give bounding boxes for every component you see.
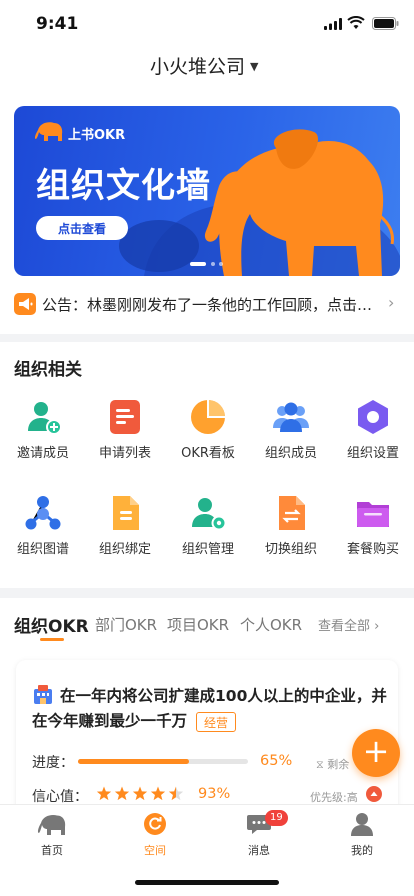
confidence-stars [96,786,184,801]
grid-item-okr-board[interactable]: OKR看板 [167,398,247,468]
progress-percent: 65% [260,753,293,769]
tab-personal-okr[interactable]: 个人OKR [240,614,302,635]
grid-item-switch-org[interactable]: 切换组织 [250,494,330,564]
grid-item-org-members[interactable]: 组织成员 [250,398,330,468]
tabbar-label: 首页 [41,844,63,857]
grid-item-org-settings[interactable]: 组织设置 [332,398,412,468]
home-indicator [135,880,279,885]
grid-item-org-graph[interactable]: 组织图谱 [2,494,82,564]
grid-item-org-bind[interactable]: 组织绑定 [84,494,164,564]
confidence-label: 信心值： [32,789,88,805]
grid-item-label: 组织成员 [264,446,317,461]
company-building-icon [34,685,52,704]
progress-fill [78,759,189,764]
grid-item-plan-purchase[interactable]: 套餐购买 [332,494,412,564]
group-icon [273,402,309,432]
grid-item-apply-list[interactable]: 申请列表 [84,398,164,468]
add-fab-button[interactable]: + [352,729,400,777]
battery-icon [372,17,399,30]
tabbar-label: 消息 [248,844,270,857]
okr-title-line2: 在今年赚到最少一千万 [32,712,188,730]
priority-label: 优先级:高 [310,791,358,804]
tab-org-okr[interactable]: 组织OKR [14,612,89,637]
grid-item-label: 切换组织 [264,542,317,557]
culture-wall-banner[interactable]: 上书OKR 组织文化墙 点击查看 [14,106,400,276]
refresh-circle-icon [144,813,166,835]
banner-view-button[interactable]: 点击查看 [36,216,128,240]
announcement-text: 公告：林墨刚刚发布了一条他的工作回顾，点击… [42,296,373,314]
tabbar-item-space[interactable]: 空间 [115,812,195,858]
unread-badge: 19 [265,810,288,826]
announcement-bar[interactable]: 公告：林墨刚刚发布了一条他的工作回顾，点击… › [14,291,402,319]
grid-item-invite-member[interactable]: 邀请成员 [2,398,82,468]
confidence-percent: 93% [198,786,231,802]
list-icon [110,400,140,434]
tab-dept-okr[interactable]: 部门OKR [95,614,157,635]
tabbar-item-home[interactable]: 首页 [12,812,92,858]
tabbar-item-me[interactable]: 我的 [322,812,402,858]
view-all-link[interactable]: 查看全部 › [318,615,379,634]
star-icon [150,786,166,801]
user-settings-icon [192,498,227,531]
tab-project-okr[interactable]: 项目OKR [167,614,229,635]
tabbar-label: 空间 [144,844,166,857]
elephant-icon [37,815,66,835]
company-switcher[interactable]: 小火堆公司 [150,52,245,79]
grid-item-label: OKR看板 [181,446,235,461]
cellular-signal-icon [324,18,342,30]
grid-item-label: 申请列表 [98,446,151,461]
status-bar: 9:41 [0,0,414,50]
org-section-title: 组织相关 [14,360,82,380]
priority-up-icon [366,786,382,802]
grid-item-label: 套餐购买 [346,542,399,557]
add-user-icon [28,402,62,435]
grid-item-label: 组织绑定 [98,542,151,557]
banner-page-indicator [190,262,223,266]
star-icon [132,786,148,801]
remaining-time: ⧖ 剩余 [316,758,350,771]
star-icon [96,786,112,801]
star-icon [114,786,130,801]
okr-category-tag: 经营 [196,712,236,732]
gear-hexagon-icon [358,400,388,434]
network-graph-icon [25,496,61,530]
brand-elephant-icon [34,122,63,141]
active-tab-indicator [40,638,64,641]
grid-item-label: 邀请成员 [16,446,69,461]
banner-title: 组织文化墙 [36,166,211,206]
grid-item-label: 组织设置 [346,446,399,461]
banner-brand: 上书OKR [68,128,126,143]
grid-item-org-manage[interactable]: 组织管理 [167,494,247,564]
pie-chart-icon [191,400,225,434]
star-icon [168,786,184,801]
chevron-right-icon: › [388,293,395,312]
wifi-icon [347,16,365,29]
dropdown-caret-icon[interactable]: ▼ [250,60,258,73]
folder-icon [357,502,389,527]
grid-item-label: 组织管理 [181,542,234,557]
progress-label: 进度： [32,755,74,771]
okr-title: 在一年内将公司扩建成100人以上的中企业，并 [60,684,390,709]
grid-item-label: 组织图谱 [16,542,69,557]
person-icon [351,813,373,836]
tabbar-label: 我的 [351,844,373,857]
switch-document-icon [279,496,305,530]
okr-title-line1: 在一年内将公司扩建成100人以上的中企业，并 [60,687,387,705]
link-document-icon [113,496,139,530]
status-time: 9:41 [36,14,79,34]
megaphone-icon [14,293,36,315]
